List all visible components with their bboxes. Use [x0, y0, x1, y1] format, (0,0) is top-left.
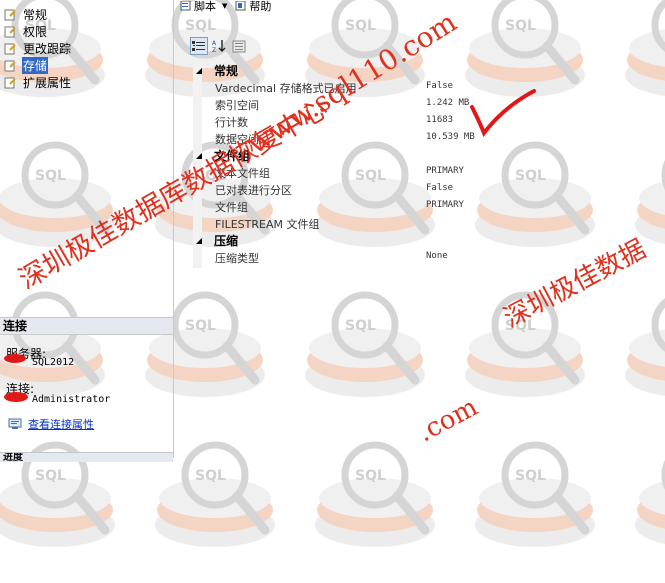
- svg-text:Z: Z: [212, 47, 216, 53]
- dialog-toolbar: 脚本 ▼ 帮助: [174, 0, 665, 14]
- connection-value: Administrator: [32, 394, 111, 405]
- page-selector-item[interactable]: 更改跟踪: [4, 40, 72, 57]
- property-category[interactable]: ◢ 文件组: [193, 147, 665, 164]
- page-icon: [4, 9, 16, 20]
- collapse-triangle-icon[interactable]: ◢: [193, 151, 205, 160]
- watermark-logo-tile: SQL: [465, 430, 615, 580]
- categorized-button[interactable]: [190, 37, 208, 55]
- svg-text:SQL: SQL: [185, 318, 216, 334]
- property-name: Vardecimal 存储格式已启用: [215, 82, 357, 95]
- sort-alphabetical-icon: A Z: [212, 40, 226, 53]
- property-name: 压缩类型: [215, 252, 259, 265]
- property-category[interactable]: ◢ 常规: [193, 62, 665, 79]
- page-selector-tree: 常规权限更改跟踪 存储扩展属性: [4, 6, 72, 91]
- connection-section-header: 连接: [0, 317, 173, 335]
- svg-text:SQL: SQL: [505, 318, 536, 334]
- property-pages-button[interactable]: [230, 37, 248, 55]
- help-button[interactable]: 帮助: [235, 0, 271, 14]
- property-value: 1.242 MB: [426, 98, 470, 108]
- watermark-logo-tile: SQL: [615, 280, 665, 430]
- collapse-triangle-icon[interactable]: ◢: [193, 236, 205, 245]
- property-name: 索引空间: [215, 99, 259, 112]
- property-name: 数据空间: [215, 133, 259, 146]
- watermark-logo-tile: SQL: [455, 280, 605, 430]
- property-value: None: [426, 251, 448, 261]
- page-selector-item-label: 更改跟踪: [23, 42, 72, 56]
- svg-text:SQL: SQL: [195, 468, 226, 484]
- property-row[interactable]: 已对表进行分区 False: [193, 181, 665, 198]
- page-selector-item-label: 权限: [23, 25, 48, 39]
- property-category[interactable]: ◢ 压缩: [193, 232, 665, 249]
- page-selector-item-label: 存储: [22, 57, 49, 74]
- watermark-logo-tile: SQL: [305, 430, 455, 580]
- redaction-mark: [4, 392, 28, 402]
- property-name: 行计数: [215, 116, 248, 129]
- svg-text:SQL: SQL: [515, 468, 546, 484]
- property-value: PRIMARY: [426, 200, 464, 210]
- property-grid: ◢ 常规 Vardecimal 存储格式已启用 False 索引空间 1.242 MB 行计…: [193, 62, 665, 266]
- script-button[interactable]: 脚本 ▼: [180, 0, 227, 14]
- svg-text:SQL: SQL: [345, 18, 376, 34]
- svg-text:A: A: [212, 40, 217, 47]
- svg-text:SQL: SQL: [355, 468, 386, 484]
- property-row[interactable]: 行计数 11683: [193, 113, 665, 130]
- property-row[interactable]: 文本文件组 PRIMARY: [193, 164, 665, 181]
- svg-text:SQL: SQL: [35, 468, 66, 484]
- page-selector-item[interactable]: 权限: [4, 23, 72, 40]
- property-name: 文本文件组: [215, 167, 270, 180]
- page-icon: [4, 43, 16, 54]
- page-selector-item[interactable]: 存储: [4, 57, 72, 74]
- collapse-triangle-icon[interactable]: ◢: [193, 66, 205, 75]
- page-selector-item[interactable]: 常规: [4, 6, 72, 23]
- property-row[interactable]: Vardecimal 存储格式已启用 False: [193, 79, 665, 96]
- redaction-mark: [4, 354, 26, 363]
- property-row[interactable]: 索引空间 1.242 MB: [193, 96, 665, 113]
- help-button-label: 帮助: [249, 0, 272, 13]
- watermark-logo-tile: SQL: [625, 430, 665, 580]
- server-value: SQL2012: [32, 357, 75, 368]
- property-category-label: 常规: [214, 64, 239, 78]
- page-icon: [4, 60, 16, 71]
- page-selector-item[interactable]: 扩展属性: [4, 74, 72, 91]
- view-connection-properties-label: 查看连接属性: [28, 418, 94, 431]
- script-icon: [180, 1, 191, 11]
- property-value: PRIMARY: [426, 166, 464, 176]
- property-grid-toolbar: A Z: [190, 37, 248, 55]
- alphabetical-button[interactable]: A Z: [210, 37, 228, 55]
- help-icon: [235, 1, 246, 11]
- property-value: 11683: [426, 115, 454, 125]
- property-row[interactable]: FILESTREAM 文件组: [193, 215, 665, 232]
- property-row[interactable]: 压缩类型 None: [193, 249, 665, 266]
- script-button-label: 脚本: [194, 0, 216, 13]
- property-row[interactable]: 数据空间 10.539 MB: [193, 130, 665, 147]
- property-category-label: 压缩: [214, 234, 239, 248]
- property-value: False: [426, 183, 454, 193]
- svg-text:SQL: SQL: [185, 18, 216, 34]
- watermark-logo-tile: SQL: [295, 280, 445, 430]
- checkmark-annotation: [470, 89, 536, 137]
- page-icon: [4, 77, 16, 88]
- property-name: 已对表进行分区: [215, 184, 292, 197]
- categorized-icon: [192, 41, 205, 51]
- left-pane: 常规 权限 更改跟踪 存储 扩展属性 连接 服务器: SQL2012 连接: Admin…: [0, 0, 174, 462]
- property-row[interactable]: 文件组 PRIMARY: [193, 198, 665, 215]
- progress-section-header: 进度: [0, 452, 173, 462]
- watermark-dotcom-text: .com: [412, 392, 483, 449]
- property-value: False: [426, 81, 454, 91]
- property-name: FILESTREAM 文件组: [215, 218, 320, 231]
- svg-text:SQL: SQL: [345, 318, 376, 334]
- page-selector-item-label: 扩展属性: [23, 76, 72, 90]
- property-category-label: 文件组: [214, 149, 251, 163]
- page-icon: [4, 26, 16, 37]
- chevron-down-icon: ▼: [222, 2, 228, 10]
- connection-properties-icon: [8, 418, 22, 429]
- page-selector-item-label: 常规: [23, 8, 48, 22]
- svg-text:SQL: SQL: [505, 18, 536, 34]
- property-name: 文件组: [215, 201, 248, 214]
- property-pages-icon: [232, 40, 246, 52]
- view-connection-properties-link[interactable]: 查看连接属性: [8, 416, 94, 432]
